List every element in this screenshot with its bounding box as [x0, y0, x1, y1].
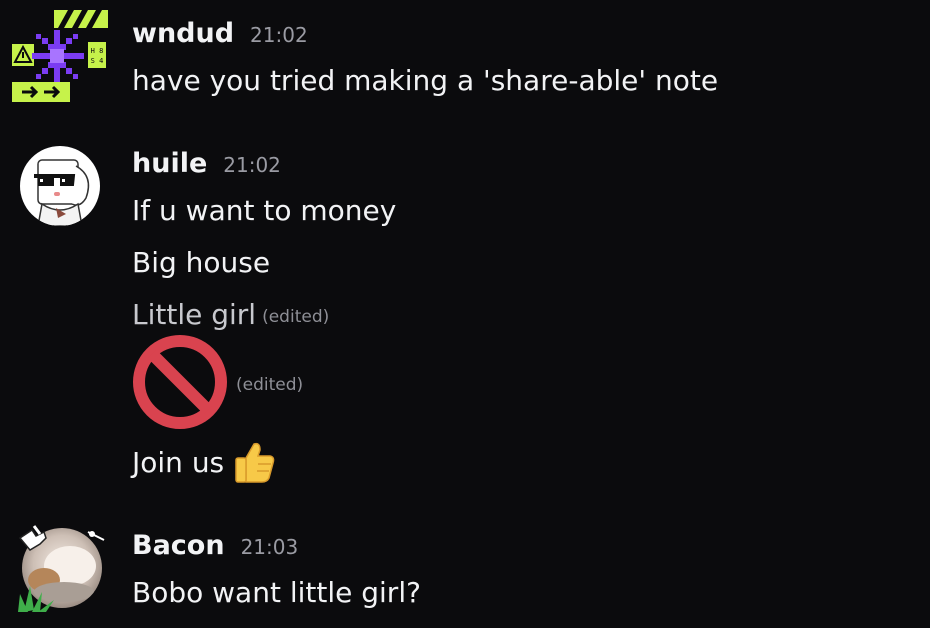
no-entry-sign-icon[interactable] [132, 334, 228, 430]
message-content: If u want to money [132, 193, 397, 227]
chat-message-list: H 8 S 4 wndud 21:02 have you tried makin… [0, 0, 930, 628]
message-text: Join us [132, 440, 276, 484]
avatar-huile[interactable] [20, 146, 100, 226]
timestamp[interactable]: 21:03 [241, 535, 299, 559]
cat-photo-avatar-icon [18, 525, 105, 612]
pixel-glitch-avatar-icon: H 8 S 4 [12, 10, 108, 102]
edited-label: (edited) [262, 307, 330, 327]
avatar-bacon[interactable] [14, 522, 106, 614]
svg-text:S 4: S 4 [91, 57, 104, 65]
message-content: Join us [132, 445, 225, 479]
timestamp[interactable]: 21:02 [250, 23, 308, 47]
message-content: Big house [132, 245, 271, 279]
username[interactable]: huile [132, 148, 207, 179]
message-header-huile: huile 21:02 [132, 148, 281, 179]
message-content: Little girl [132, 297, 257, 331]
message-text: If u want to money [132, 190, 396, 230]
avatar-wndud[interactable]: H 8 S 4 [10, 8, 110, 104]
message-text: Little girl (edited) [132, 294, 329, 334]
message-text: Bobo want little girl? [132, 572, 421, 612]
edited-label: (edited) [236, 375, 304, 395]
message-emoji-line: (edited) [132, 334, 303, 430]
message-header-wndud: wndud 21:02 [132, 18, 308, 49]
thumbs-up-icon[interactable] [232, 440, 276, 484]
timestamp[interactable]: 21:02 [223, 153, 281, 177]
message-content: have you tried making a 'share-able' not… [132, 63, 719, 97]
svg-text:H 8: H 8 [91, 47, 104, 55]
message-header-bacon: Bacon 21:03 [132, 530, 298, 561]
message-text: have you tried making a 'share-able' not… [132, 60, 718, 100]
username[interactable]: wndud [132, 18, 234, 49]
message-content: Bobo want little girl? [132, 575, 421, 609]
username[interactable]: Bacon [132, 530, 225, 561]
sunglasses-character-avatar-icon [20, 146, 100, 226]
message-text: Big house [132, 242, 270, 282]
